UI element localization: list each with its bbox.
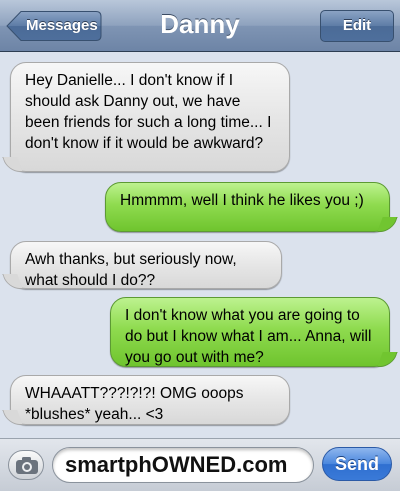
message-text: I don't know what you are going to do bu… bbox=[125, 307, 372, 366]
message-input[interactable]: smartphOWNED.com bbox=[52, 447, 314, 483]
message-list: Hey Danielle... I don't know if I should… bbox=[0, 52, 400, 438]
edit-button[interactable]: Edit bbox=[320, 10, 394, 42]
message-bubble-incoming: Awh thanks, but seriously now, what shou… bbox=[10, 241, 282, 289]
send-button[interactable]: Send bbox=[322, 447, 392, 481]
message-bubble-outgoing: Hmmmm, well I think he likes you ;) bbox=[105, 182, 390, 232]
message-text: Hmmmm, well I think he likes you ;) bbox=[120, 192, 364, 209]
message-text: Awh thanks, but seriously now, what shou… bbox=[25, 251, 237, 289]
camera-icon bbox=[16, 457, 38, 474]
navigation-bar: Messages Danny Edit bbox=[0, 0, 400, 52]
message-bubble-incoming: Hey Danielle... I don't know if I should… bbox=[10, 62, 290, 172]
message-text: WHAAATT???!?!?! OMG ooops *blushes* yeah… bbox=[25, 385, 244, 423]
camera-button[interactable] bbox=[8, 450, 44, 480]
message-bubble-outgoing: I don't know what you are going to do bu… bbox=[110, 297, 390, 367]
message-bubble-incoming: WHAAATT???!?!?! OMG ooops *blushes* yeah… bbox=[10, 375, 290, 425]
composer-bar: smartphOWNED.com Send bbox=[0, 438, 400, 491]
message-text: Hey Danielle... I don't know if I should… bbox=[25, 72, 272, 152]
